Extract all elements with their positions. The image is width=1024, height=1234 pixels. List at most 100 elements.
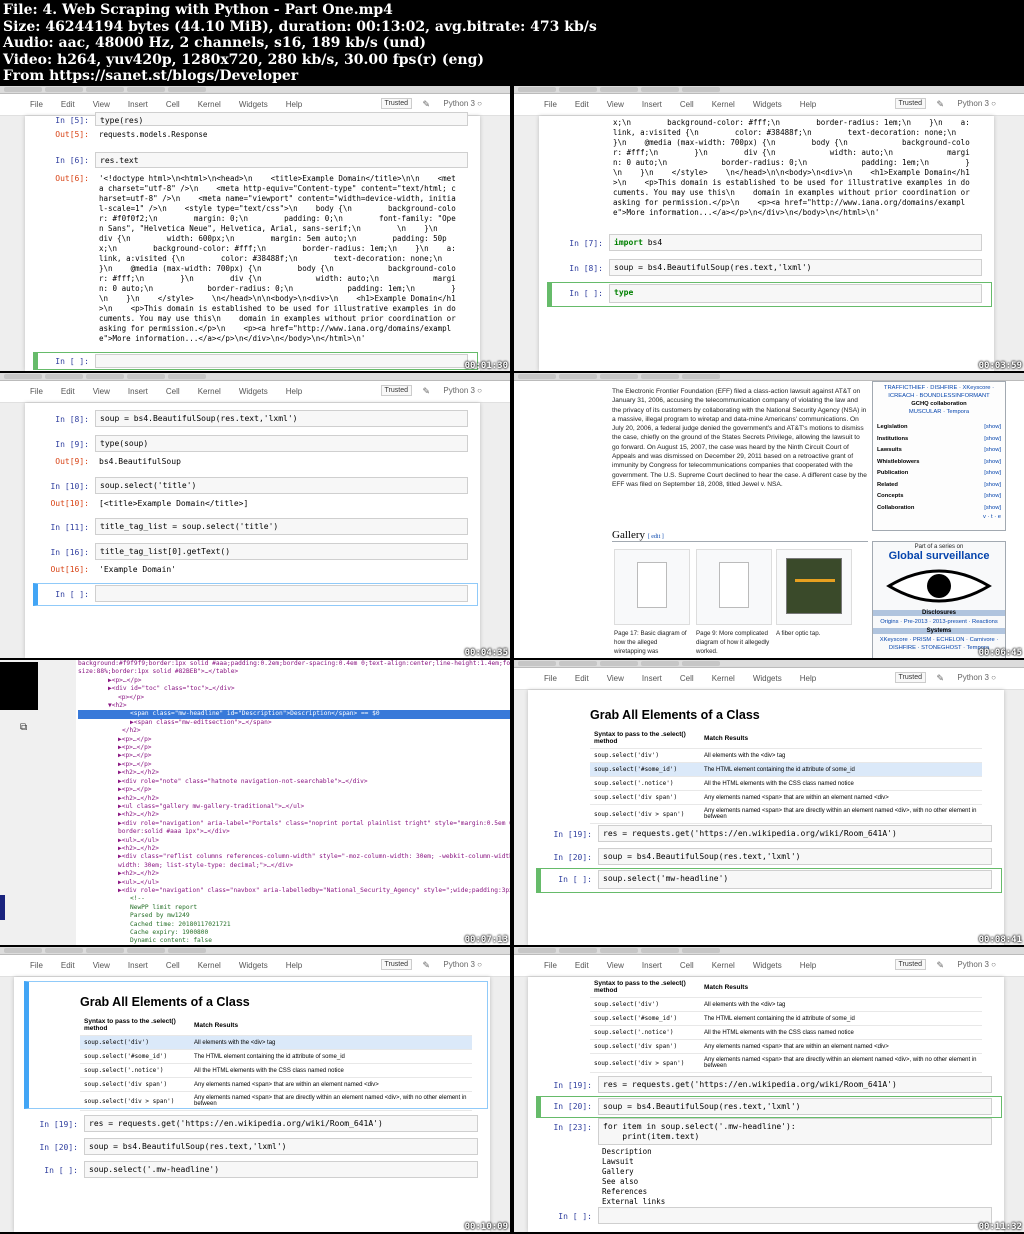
menu-view[interactable]: View xyxy=(93,961,110,970)
menu-help[interactable]: Help xyxy=(286,387,302,396)
pencil-icon[interactable]: ✎ xyxy=(936,99,944,110)
show-toggle[interactable]: [show] xyxy=(984,503,1001,515)
pencil-icon[interactable]: ✎ xyxy=(936,673,944,684)
code-cell[interactable]: res = requests.get('https://en.wikipedia… xyxy=(598,825,992,842)
dom-node-line[interactable]: </h2> xyxy=(78,727,510,735)
vte-links[interactable]: v · t · e xyxy=(873,514,1005,520)
menu-file[interactable]: File xyxy=(544,100,557,109)
menu-cell[interactable]: Cell xyxy=(166,387,180,396)
menu-insert[interactable]: Insert xyxy=(642,961,662,970)
trusted-badge[interactable]: Trusted xyxy=(380,385,412,396)
code-cell[interactable]: soup.select('.mw-headline') xyxy=(84,1161,478,1178)
dom-node-line[interactable]: Cache expiry: 1900800 xyxy=(78,929,510,937)
menu-help[interactable]: Help xyxy=(286,100,302,109)
menu-help[interactable]: Help xyxy=(286,961,302,970)
dom-node-line[interactable]: ▼<h2> xyxy=(78,702,510,710)
menu-view[interactable]: View xyxy=(607,674,624,683)
dom-node-line[interactable]: background:#f9f9f9;border:1px solid #aaa… xyxy=(78,660,510,668)
dom-node-line[interactable]: ▶<p>…</p> xyxy=(78,752,510,760)
dom-node-line[interactable]: <p></p> xyxy=(78,694,510,702)
menu-edit[interactable]: Edit xyxy=(575,961,589,970)
menu-cell[interactable]: Cell xyxy=(680,100,694,109)
dom-node-line[interactable]: ▶<p>…</p> xyxy=(78,736,510,744)
edit-link[interactable]: [ edit ] xyxy=(648,534,664,540)
series-title[interactable]: Global surveillance xyxy=(873,550,1005,562)
menu-file[interactable]: File xyxy=(544,674,557,683)
code-cell[interactable]: soup = bs4.BeautifulSoup(res.text,'lxml'… xyxy=(84,1138,478,1155)
show-toggle[interactable]: [show] xyxy=(984,434,1001,446)
code-cell[interactable]: soup.select('title') xyxy=(95,477,468,494)
menu-widgets[interactable]: Widgets xyxy=(753,674,782,683)
menu-edit[interactable]: Edit xyxy=(575,100,589,109)
dom-node-line[interactable]: ▶<ul>…</ul> xyxy=(78,837,510,845)
menu-edit[interactable]: Edit xyxy=(61,961,75,970)
show-toggle[interactable]: [show] xyxy=(984,445,1001,457)
menu-help[interactable]: Help xyxy=(800,674,816,683)
menu-widgets[interactable]: Widgets xyxy=(239,100,268,109)
dom-node-line[interactable]: ▶<div role="note" class="hatnote navigat… xyxy=(78,778,510,786)
code-cell[interactable]: soup = bs4.BeautifulSoup(res.text,'lxml'… xyxy=(598,1098,992,1115)
dom-node-line[interactable]: ▶<div role="navigation" aria-label="Port… xyxy=(78,820,510,828)
gallery-image[interactable] xyxy=(696,549,772,625)
dom-node-line[interactable]: ▶<h2>…</h2> xyxy=(78,795,510,803)
menu-cell[interactable]: Cell xyxy=(680,961,694,970)
menu-help[interactable]: Help xyxy=(800,961,816,970)
code-cell[interactable]: title_tag_list[0].getText() xyxy=(95,543,468,560)
menu-edit[interactable]: Edit xyxy=(575,674,589,683)
menu-kernel[interactable]: Kernel xyxy=(198,961,221,970)
dom-node-line[interactable]: ▶<ul class="gallery mw-gallery-tradition… xyxy=(78,803,510,811)
dom-node-line[interactable]: ▶<h2>…</h2> xyxy=(78,845,510,853)
dock-icon[interactable]: ⧉ xyxy=(20,722,27,733)
menu-file[interactable]: File xyxy=(544,961,557,970)
menu-widgets[interactable]: Widgets xyxy=(239,387,268,396)
dom-node-line[interactable]: Parsed by mw1249 xyxy=(78,912,510,920)
menu-insert[interactable]: Insert xyxy=(642,100,662,109)
dom-node-line[interactable]: size:88%;border:1px solid #82BEB">…</tab… xyxy=(78,668,510,676)
code-cell[interactable] xyxy=(598,1207,992,1224)
menu-cell[interactable]: Cell xyxy=(166,100,180,109)
menu-kernel[interactable]: Kernel xyxy=(712,100,735,109)
dom-node-line[interactable]: ▶<h2>…</h2> xyxy=(78,769,510,777)
menu-file[interactable]: File xyxy=(30,100,43,109)
menu-insert[interactable]: Insert xyxy=(128,100,148,109)
dom-node-line[interactable]: ▶<div role="navigation" class="navbox" a… xyxy=(78,887,510,895)
dom-node-line[interactable]: ▶<div id="toc" class="toc">…</div> xyxy=(78,685,510,693)
menu-file[interactable]: File xyxy=(30,961,43,970)
show-toggle[interactable]: [show] xyxy=(984,480,1001,492)
dom-node-line[interactable]: ▶<div class="reflist columns references-… xyxy=(78,853,510,861)
pencil-icon[interactable]: ✎ xyxy=(422,386,430,397)
trusted-badge[interactable]: Trusted xyxy=(380,959,412,970)
menu-edit[interactable]: Edit xyxy=(61,100,75,109)
pencil-icon[interactable]: ✎ xyxy=(422,99,430,110)
code-cell[interactable]: res = requests.get('https://en.wikipedia… xyxy=(84,1115,478,1132)
menu-widgets[interactable]: Widgets xyxy=(753,100,782,109)
menu-widgets[interactable]: Widgets xyxy=(753,961,782,970)
dom-node-line[interactable]: ▶<p>…</p> xyxy=(78,744,510,752)
code-cell[interactable]: res.text xyxy=(95,152,468,168)
code-cell[interactable]: type(soup) xyxy=(95,435,468,452)
pencil-icon[interactable]: ✎ xyxy=(936,960,944,971)
dom-node-line[interactable]: ▶<p>…</p> xyxy=(78,761,510,769)
trusted-badge[interactable]: Trusted xyxy=(380,98,412,109)
code-cell[interactable]: title_tag_list = soup.select('title') xyxy=(95,518,468,535)
menu-widgets[interactable]: Widgets xyxy=(239,961,268,970)
code-cell[interactable]: type xyxy=(609,284,982,303)
dom-node-line[interactable]: ▶<h2>…</h2> xyxy=(78,811,510,819)
menu-kernel[interactable]: Kernel xyxy=(198,387,221,396)
code-cell[interactable]: soup = bs4.BeautifulSoup(res.text,'lxml'… xyxy=(598,848,992,865)
code-cell[interactable] xyxy=(95,585,468,602)
code-cell[interactable]: soup = bs4.BeautifulSoup(res.text,'lxml'… xyxy=(95,410,468,427)
show-toggle[interactable]: [show] xyxy=(984,422,1001,434)
dom-node-line[interactable]: NewPP limit report xyxy=(78,904,510,912)
menu-kernel[interactable]: Kernel xyxy=(712,674,735,683)
dom-node-line[interactable]: width: 30em; list-style-type: decimal;">… xyxy=(78,862,510,870)
dom-node-line[interactable]: ▶<p>…</p> xyxy=(78,677,510,685)
menu-view[interactable]: View xyxy=(93,100,110,109)
dom-node-line[interactable]: ▶<p>…</p> xyxy=(78,786,510,794)
trusted-badge[interactable]: Trusted xyxy=(894,959,926,970)
menu-help[interactable]: Help xyxy=(800,100,816,109)
pencil-icon[interactable]: ✎ xyxy=(422,960,430,971)
menu-view[interactable]: View xyxy=(93,387,110,396)
code-cell[interactable]: import bs4 xyxy=(609,234,982,251)
dom-node-line[interactable]: Dynamic content: false xyxy=(78,937,510,945)
